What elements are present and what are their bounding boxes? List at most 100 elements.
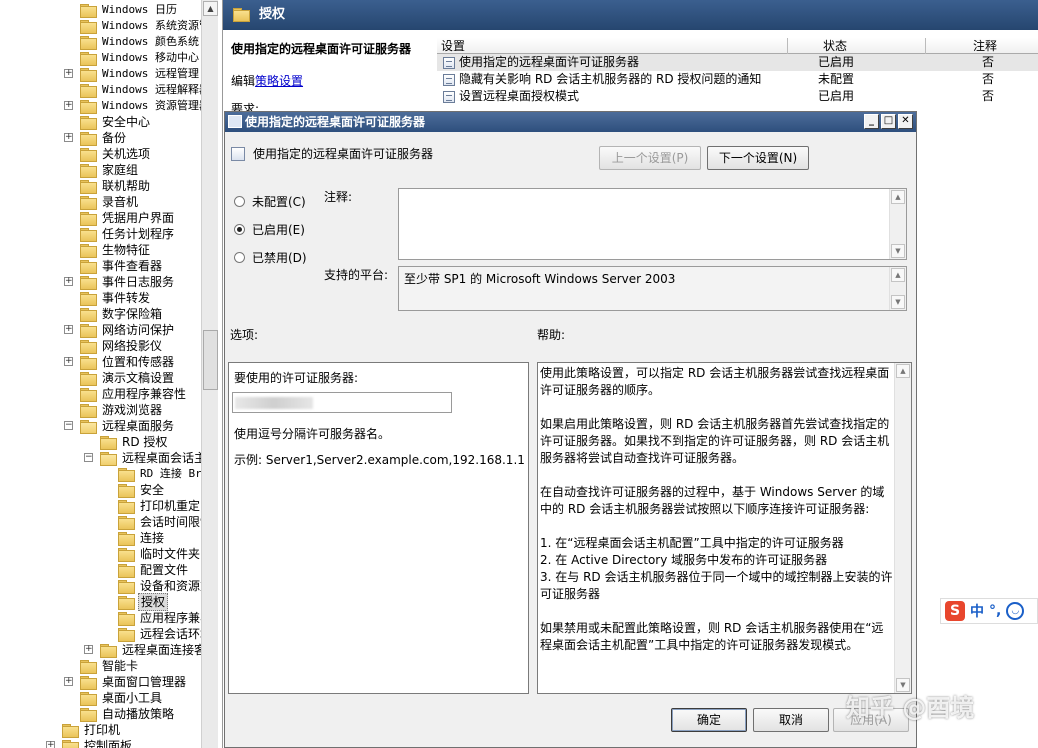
help-label: 帮助: (537, 328, 566, 342)
expand-icon[interactable]: + (64, 69, 73, 78)
example-text: 示例: Server1,Server2.example.com,192.168.… (234, 453, 525, 467)
tree-item[interactable]: + 网络访问保护 (64, 322, 176, 338)
options-label: 选项: (230, 328, 259, 342)
tree-item[interactable]: 联机帮助 (80, 178, 152, 194)
help-scrollbar[interactable]: ▲ ▼ (894, 363, 911, 693)
table-row[interactable]: 隐藏有关影响 RD 会话主机服务器的 RD 授权问题的通知 未配置 否 (437, 71, 1038, 88)
tree-item[interactable]: 打印机 (62, 722, 122, 738)
dialog-titlebar[interactable]: 使用指定的远程桌面许可证服务器 _ □ ✕ (225, 112, 916, 132)
previous-setting-button[interactable]: 上一个设置(P) (599, 146, 701, 170)
expand-icon[interactable]: + (84, 645, 93, 654)
table-row[interactable]: 使用指定的远程桌面许可证服务器 已启用 否 (437, 54, 1038, 71)
table-row[interactable]: 设置远程桌面授权模式 已启用 否 (437, 88, 1038, 105)
tree-item[interactable]: 事件查看器 (80, 258, 164, 274)
radio-enabled[interactable]: 已启用(E) (234, 221, 305, 238)
tree-item[interactable]: 连接 (118, 530, 166, 546)
next-setting-button[interactable]: 下一个设置(N) (707, 146, 809, 170)
panel-header-title: 授权 (259, 7, 286, 22)
tree-item[interactable]: 远程会话环境 (118, 626, 214, 642)
platform-scrollbar[interactable]: ▲ ▼ (889, 267, 906, 310)
tree-item[interactable]: 事件转发 (80, 290, 152, 306)
close-icon[interactable]: ✕ (898, 114, 913, 129)
tree-item[interactable]: 网络投影仪 (80, 338, 164, 354)
tree-item[interactable]: 授权 (118, 593, 169, 611)
tree-item[interactable]: 智能卡 (80, 658, 140, 674)
column-header-state[interactable]: 状态 (823, 38, 847, 54)
supported-platform-value: 至少带 SP1 的 Microsoft Windows Server 2003 (404, 272, 676, 286)
scroll-down-icon[interactable]: ▼ (891, 244, 905, 258)
tree-item[interactable]: 生物特征 (80, 242, 152, 258)
tree-item[interactable]: 会话时间限制 (118, 514, 214, 530)
tree-item[interactable]: 任务计划程序 (80, 226, 176, 242)
help-paragraph: 1. 在“远程桌面会话主机配置”工具中指定的许可证服务器 2. 在 Active… (540, 536, 893, 601)
tree-item[interactable]: 桌面小工具 (80, 690, 164, 706)
scroll-up-icon[interactable]: ▲ (203, 1, 218, 16)
expand-icon[interactable]: + (64, 133, 73, 142)
ime-mode-indicator[interactable]: 中 (970, 601, 984, 621)
tree-item[interactable]: + Windows 资源管理器 (64, 98, 212, 114)
cancel-button[interactable]: 取消 (753, 708, 829, 732)
tree-item[interactable]: RD 授权 (100, 434, 169, 450)
ime-status-bar[interactable]: S 中 °, ◡ (940, 598, 1038, 624)
expand-icon[interactable]: + (46, 741, 55, 748)
tree-item[interactable]: 数字保险箱 (80, 306, 164, 322)
maximize-icon[interactable]: □ (881, 114, 896, 129)
tree-item[interactable]: Windows 远程解释器 (80, 82, 212, 98)
tree-item[interactable]: + 桌面窗口管理器 (64, 674, 188, 690)
tree-scrollbar[interactable]: ▲ (201, 0, 218, 748)
tree-item[interactable]: + 位置和传感器 (64, 354, 176, 370)
scroll-up-icon[interactable]: ▲ (896, 364, 910, 378)
tree-item[interactable]: 录音机 (80, 194, 140, 210)
tree-item[interactable]: 打印机重定向 (118, 498, 214, 514)
smiley-icon[interactable]: ◡ (1006, 602, 1025, 620)
tree-item[interactable]: 配置文件 (118, 562, 190, 578)
scroll-up-icon[interactable]: ▲ (891, 190, 905, 204)
options-pane: 要使用的许可证服务器: 使用逗号分隔许可服务器名。 示例: Server1,Se… (228, 362, 529, 694)
comment-textarea[interactable]: ▲ ▼ (398, 188, 907, 260)
tree-item[interactable]: 安全中心 (80, 114, 152, 130)
license-server-input[interactable] (232, 392, 452, 413)
tree-item[interactable]: 临时文件夹 (118, 546, 202, 562)
tree-scroll-thumb[interactable] (203, 330, 218, 390)
collapse-icon[interactable]: − (84, 453, 93, 462)
tree-item[interactable]: Windows 移动中心 (80, 50, 201, 66)
tree-item[interactable]: + 事件日志服务 (64, 274, 176, 290)
tree-item[interactable]: 演示文稿设置 (80, 370, 176, 386)
expand-icon[interactable]: + (64, 101, 73, 110)
scroll-up-icon[interactable]: ▲ (891, 268, 905, 282)
scroll-down-icon[interactable]: ▼ (891, 295, 905, 309)
column-header-setting[interactable]: 设置 (441, 38, 465, 54)
tree-item[interactable]: + 控制面板 (46, 738, 134, 748)
edit-policy-link[interactable]: 策略设置 (255, 74, 303, 88)
tree-item[interactable]: 自动播放策略 (80, 706, 176, 722)
expand-icon[interactable]: + (64, 357, 73, 366)
tree-item[interactable]: Windows 系统资源管 (80, 18, 212, 34)
navigation-tree[interactable]: Windows 日历 Windows 系统资源管 Windows 颜色系统 Windo… (0, 0, 218, 748)
tree-item[interactable]: + 备份 (64, 130, 128, 146)
folder-icon (118, 580, 135, 594)
tree-item[interactable]: Windows 颜色系统 (80, 34, 201, 50)
expand-icon[interactable]: + (64, 277, 73, 286)
folder-icon (80, 708, 97, 722)
sogou-logo-icon[interactable]: S (945, 601, 965, 621)
radio-disabled[interactable]: 已禁用(D) (234, 249, 307, 266)
expand-icon[interactable]: + (64, 325, 73, 334)
tree-item[interactable]: 关机选项 (80, 146, 152, 162)
ime-punctuation-indicator[interactable]: °, (989, 603, 1001, 619)
tree-item[interactable]: 安全 (118, 482, 166, 498)
policy-dialog: 使用指定的远程桌面许可证服务器 _ □ ✕ 使用指定的远程桌面许可证服务器 上一… (224, 111, 917, 748)
tree-item[interactable]: 游戏浏览器 (80, 402, 164, 418)
collapse-icon[interactable]: − (64, 421, 73, 430)
tree-item[interactable]: Windows 日历 (80, 2, 179, 18)
ok-button[interactable]: 确定 (671, 708, 747, 732)
tree-item[interactable]: − 远程桌面服务 (64, 418, 176, 434)
expand-icon[interactable]: + (64, 677, 73, 686)
tree-item[interactable]: 应用程序兼容性 (80, 386, 188, 402)
tree-item[interactable]: + Windows 远程管理 (64, 66, 201, 82)
tree-item[interactable]: 家庭组 (80, 162, 140, 178)
minimize-icon[interactable]: _ (864, 114, 879, 129)
comment-scrollbar[interactable]: ▲ ▼ (889, 189, 906, 259)
tree-item[interactable]: 凭据用户界面 (80, 210, 176, 226)
radio-not-configured[interactable]: 未配置(C) (234, 193, 306, 210)
column-header-comment[interactable]: 注释 (973, 38, 997, 54)
